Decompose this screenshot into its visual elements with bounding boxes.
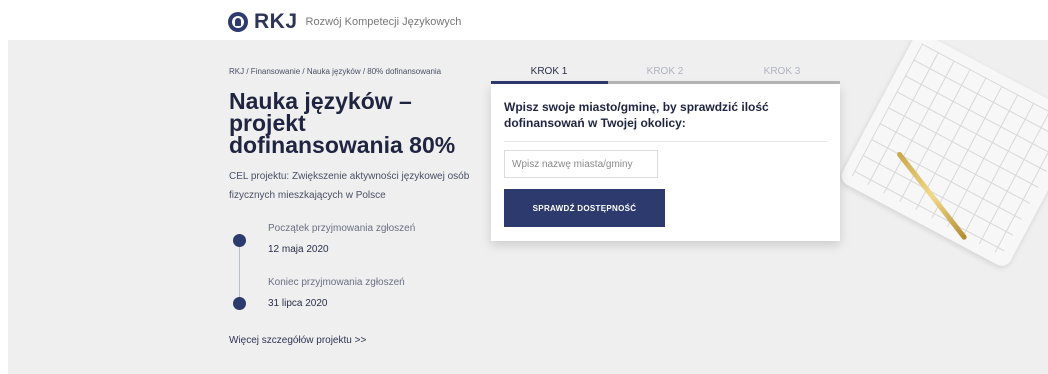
step-tab-2[interactable]: KROK 2	[607, 66, 723, 77]
timeline-end-label: Koniec przyjmowania zgłoszeń	[268, 277, 405, 288]
timeline-end-date: 31 lipca 2020	[268, 298, 328, 309]
site-header: RKJ Rozwój Kompetecji Językowych	[0, 0, 1048, 40]
timeline-dot-icon	[233, 297, 246, 310]
form-divider	[504, 141, 827, 142]
city-input[interactable]	[504, 150, 658, 178]
availability-form-card: Wpisz swoje miasto/gminę, by sprawdzić i…	[491, 84, 840, 241]
timeline-line	[239, 238, 240, 302]
keyboard-image	[838, 40, 1048, 270]
logo-link[interactable]: RKJ Rozwój Kompetecji Językowych	[228, 10, 461, 34]
breadcrumb[interactable]: RKJ / Finansowanie / Nauka języków / 80%…	[229, 67, 441, 76]
rkj-logo-icon	[228, 12, 248, 32]
timeline-start-label: Początek przyjmowania zgłoszeń	[268, 223, 416, 234]
page-title: Nauka języków – projekt dofinansowania 8…	[229, 88, 456, 158]
logo-text: RKJ	[254, 10, 298, 33]
form-heading: Wpisz swoje miasto/gminę, by sprawdzić i…	[504, 100, 769, 130]
step-tab-3[interactable]: KROK 3	[724, 66, 840, 77]
timeline-start-date: 12 maja 2020	[268, 244, 329, 255]
more-details-link[interactable]: Więcej szczegółów projektu >>	[229, 335, 366, 346]
project-goal: CEL projektu: Zwiększenie aktywności jęz…	[229, 171, 470, 201]
check-availability-button[interactable]: SPRAWDŹ DOSTĘPNOŚĆ	[504, 189, 665, 227]
hero-section: RKJ / Finansowanie / Nauka języków / 80%…	[8, 40, 1048, 374]
timeline: Początek przyjmowania zgłoszeń 12 maja 2…	[229, 218, 489, 318]
logo-subtitle: Rozwój Kompetecji Językowych	[305, 16, 462, 28]
timeline-dot-icon	[233, 234, 246, 247]
step-tab-1[interactable]: KROK 1	[491, 66, 607, 77]
